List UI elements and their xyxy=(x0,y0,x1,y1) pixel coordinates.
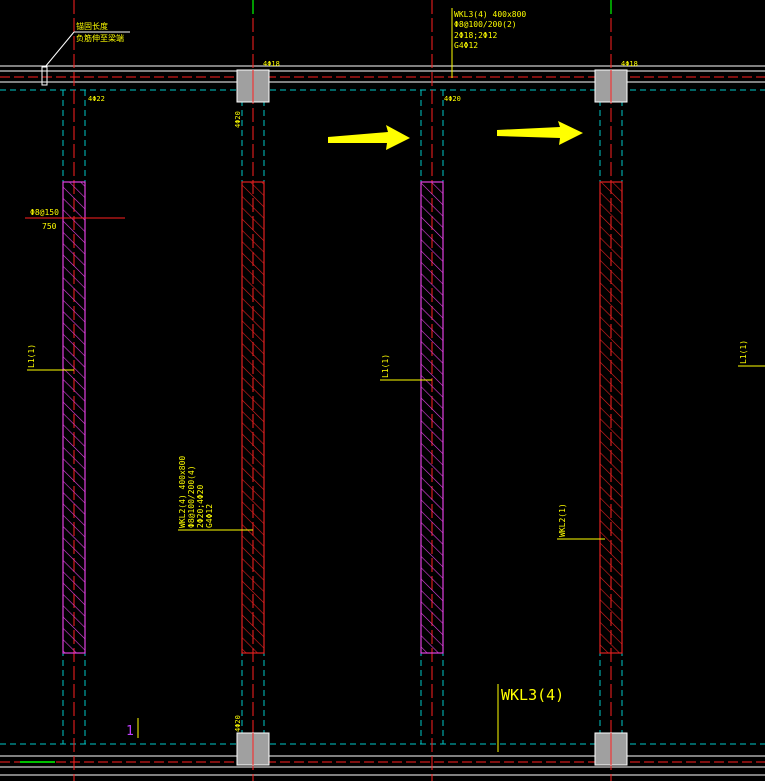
hatched-segment-red-2[interactable] xyxy=(241,181,265,654)
hatched-segment-magenta-3[interactable] xyxy=(420,181,444,654)
rebar-note: 4Φ22 xyxy=(88,95,105,103)
svg-text:L1(1): L1(1) xyxy=(739,340,748,364)
rebar-note: 4Φ18 xyxy=(621,60,638,68)
top-beam-side: G4Φ12 xyxy=(454,41,478,50)
small-mark: 1 xyxy=(126,724,134,739)
stirrup-text: Φ8@150 xyxy=(30,208,59,217)
hatched-segment-magenta-left[interactable] xyxy=(62,181,86,654)
top-beam-name: WKL3(4) 400x800 xyxy=(454,10,526,19)
rebar-note-vertical: 4Φ20 xyxy=(234,111,242,128)
cad-drawing-canvas[interactable]: 锚固长度 负筋伸至梁端 WKL3(4) 400x800 Φ8@100/200(2… xyxy=(0,0,765,781)
note-text-line1: 锚固长度 xyxy=(76,21,108,31)
top-left-note[interactable]: 锚固长度 负筋伸至梁端 xyxy=(41,21,130,86)
hatched-segment-red-4[interactable] xyxy=(599,181,623,654)
svg-text:WKL2(1): WKL2(1) xyxy=(558,503,567,537)
arrow-icon xyxy=(328,125,410,150)
bottom-beam[interactable] xyxy=(0,743,765,776)
rebar-note: 4Φ20 xyxy=(444,95,461,103)
svg-text:L1(1): L1(1) xyxy=(27,344,36,368)
top-beam[interactable] xyxy=(0,65,765,91)
arrow-icon xyxy=(497,121,583,145)
top-beam-bars: 2Φ18;2Φ12 xyxy=(454,31,498,40)
svg-text:L1(1): L1(1) xyxy=(381,354,390,378)
l1-label-right[interactable]: L1(1) xyxy=(738,340,765,367)
top-beam-annotation[interactable]: WKL3(4) 400x800 Φ8@100/200(2) 2Φ18;2Φ12 … xyxy=(451,8,526,78)
rebar-note: 4Φ18 xyxy=(263,60,280,68)
wkl2-name: WKL2(4) 400x800 xyxy=(178,456,187,528)
wkl2-small-label[interactable]: WKL2(1) xyxy=(557,503,605,540)
top-beam-stirrup: Φ8@100/200(2) xyxy=(454,20,517,29)
wkl2-side: G4Φ12 xyxy=(205,504,214,528)
wkl2-stirrup: Φ8@100/200(4) xyxy=(187,465,196,528)
note-text-line2: 负筋伸至梁端 xyxy=(76,33,124,43)
secondary-beam-outlines xyxy=(62,90,623,744)
svg-text:WKL3(4): WKL3(4) xyxy=(501,686,564,704)
axis-lines xyxy=(73,0,612,781)
rebar-note-vertical: 4Φ20 xyxy=(234,715,242,732)
wkl2-bars: 2Φ20;4Φ20 xyxy=(196,484,205,528)
wkl3-big-label[interactable]: WKL3(4) xyxy=(497,684,564,752)
dimension-text: 750 xyxy=(42,222,57,231)
